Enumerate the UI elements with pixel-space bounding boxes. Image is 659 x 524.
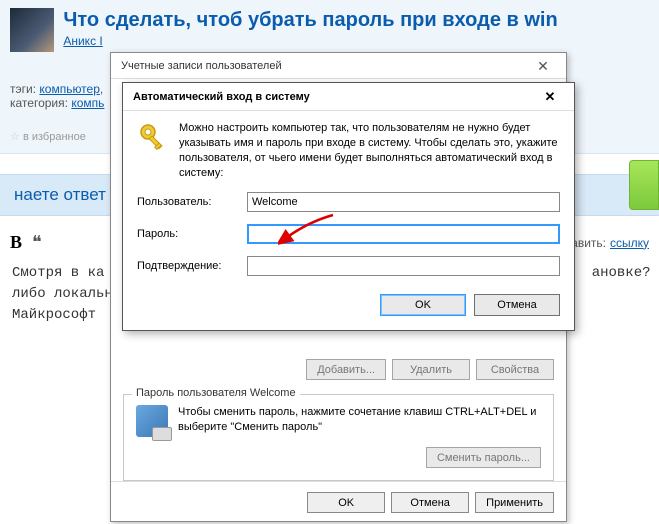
outer-apply-button[interactable]: Применить [475,492,554,513]
close-icon[interactable]: ✕ [526,56,560,76]
user-label: Пользователь: [137,196,247,208]
bold-button[interactable]: B [10,232,22,253]
outer-cancel-button[interactable]: Отмена [391,492,469,513]
avatar [10,8,54,52]
category-label: категория: [10,96,68,110]
inner-title: Автоматический вход в систему [133,91,530,103]
question-title: Что сделать, чтоб убрать пароль при вход… [63,8,557,32]
keyboard-user-icon [136,405,168,437]
tag-computer[interactable]: компьютер [39,82,100,96]
key-icon [137,121,169,153]
password-field[interactable] [247,224,560,244]
user-field[interactable] [247,192,560,212]
group-text: Чтобы сменить пароль, нажмите сочетание … [178,405,541,435]
favorite-label[interactable]: в избранное [23,131,86,143]
add-user-button[interactable]: Добавить... [306,359,386,380]
outer-footer: OK Отмена Применить [111,481,566,515]
add-link[interactable]: ссылку [610,236,649,250]
star-icon[interactable]: ☆ [10,131,20,143]
confirm-field[interactable] [247,256,560,276]
auto-logon-dialog: Автоматический вход в систему ✕ Можно на… [122,82,575,331]
password-groupbox: Пароль пользователя Welcome Чтобы сменит… [123,394,554,481]
inner-close-icon[interactable]: ✕ [530,86,570,108]
group-title: Пароль пользователя Welcome [132,387,300,399]
properties-button[interactable]: Свойства [476,359,554,380]
inner-titlebar[interactable]: Автоматический вход в систему ✕ [123,83,574,111]
confirm-label: Подтверждение: [137,260,247,272]
user-list-buttons: Добавить... Удалить Свойства [123,359,554,380]
change-password-button[interactable]: Сменить пароль... [426,447,541,468]
remove-user-button[interactable]: Удалить [392,359,470,380]
outer-title: Учетные записи пользователей [121,60,526,72]
quote-button[interactable]: ❝ [32,232,42,253]
side-button[interactable] [629,160,659,210]
inner-description: Можно настроить компьютер так, что польз… [179,121,560,180]
inner-ok-button[interactable]: OK [380,294,466,316]
category-link[interactable]: компь [71,96,104,110]
outer-titlebar[interactable]: Учетные записи пользователей ✕ [111,53,566,79]
inner-cancel-button[interactable]: Отмена [474,294,560,316]
tags-label: тэги: [10,82,36,96]
outer-ok-button[interactable]: OK [307,492,385,513]
author-link[interactable]: Аникс I [63,34,102,48]
password-label: Пароль: [137,228,247,240]
